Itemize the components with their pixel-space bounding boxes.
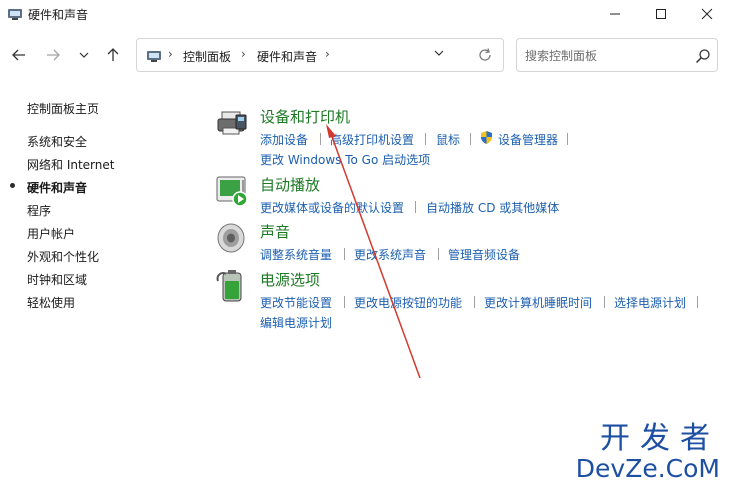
autoplay-icon: [216, 176, 248, 207]
chevron-right-icon: ›: [168, 47, 173, 61]
control-panel-icon: [147, 51, 161, 62]
battery-icon: [216, 270, 242, 302]
link-media-defaults[interactable]: 更改媒体或设备的默认设置: [260, 199, 404, 216]
watermark-domain: DevZe.CoM: [575, 454, 720, 483]
search-input[interactable]: [525, 47, 685, 65]
maximize-icon: [656, 9, 666, 19]
address-bar[interactable]: › 控制面板 › 硬件和声音 ›: [136, 38, 504, 72]
link-mouse[interactable]: 鼠标: [436, 131, 460, 148]
window-title: 硬件和声音: [28, 8, 89, 22]
link-divider: [697, 296, 698, 308]
arrow-right-icon: [47, 49, 60, 61]
watermark-title: 开发者: [600, 421, 720, 456]
sidebar-item-hardware-sound[interactable]: 硬件和声音: [27, 179, 87, 196]
category-title[interactable]: 设备和打印机: [260, 106, 350, 127]
link-divider: [438, 248, 439, 260]
printer-icon: [217, 111, 247, 135]
link-edit-plan[interactable]: 编辑电源计划: [260, 314, 332, 331]
sidebar-item-user-accounts[interactable]: 用户帐户: [27, 225, 75, 242]
link-windows-to-go[interactable]: 更改 Windows To Go 启动选项: [260, 151, 430, 168]
link-change-sounds[interactable]: 更改系统声音: [354, 246, 426, 263]
recent-locations-button[interactable]: [73, 44, 95, 66]
breadcrumb-hardware-sound[interactable]: 硬件和声音: [257, 48, 317, 65]
control-panel-icon: [8, 9, 22, 20]
sidebar-item-home[interactable]: 控制面板主页: [27, 100, 99, 117]
address-history-dropdown[interactable]: [434, 48, 444, 61]
sidebar-item-programs[interactable]: 程序: [27, 202, 51, 219]
sidebar-item-appearance[interactable]: 外观和个性化: [27, 248, 99, 265]
link-add-device[interactable]: 添加设备: [260, 131, 308, 148]
back-button[interactable]: [8, 44, 30, 66]
link-power-saving[interactable]: 更改节能设置: [260, 294, 332, 311]
close-icon: [701, 8, 713, 20]
chevron-right-icon: ›: [325, 47, 330, 61]
link-power-button[interactable]: 更改电源按钮的功能: [354, 294, 462, 311]
maximize-button[interactable]: [638, 0, 684, 28]
shield-icon: [481, 131, 492, 144]
link-adjust-volume[interactable]: 调整系统音量: [260, 246, 332, 263]
forward-button[interactable]: [42, 44, 64, 66]
category-title[interactable]: 自动播放: [260, 174, 320, 195]
link-divider: [415, 201, 416, 213]
sidebar-item-clock-region[interactable]: 时钟和区域: [27, 271, 87, 288]
link-divider: [604, 296, 605, 308]
category-title[interactable]: 声音: [260, 221, 290, 242]
chevron-down-icon: [79, 52, 89, 58]
category-title[interactable]: 电源选项: [260, 269, 320, 290]
link-divider: [567, 133, 568, 145]
chevron-down-icon: [434, 50, 444, 56]
link-advanced-printer[interactable]: 高级打印机设置: [330, 131, 414, 148]
link-choose-plan[interactable]: 选择电源计划: [614, 294, 686, 311]
link-sleep-time[interactable]: 更改计算机睡眠时间: [484, 294, 592, 311]
speaker-icon: [217, 223, 245, 253]
link-autoplay-cd[interactable]: 自动播放 CD 或其他媒体: [426, 199, 559, 216]
sidebar-item-network[interactable]: 网络和 Internet: [27, 156, 114, 173]
minimize-button[interactable]: [592, 0, 638, 28]
search-box[interactable]: [516, 38, 718, 72]
breadcrumb-control-panel[interactable]: 控制面板: [183, 48, 231, 65]
link-device-manager[interactable]: 设备管理器: [498, 131, 558, 148]
arrow-left-icon: [12, 49, 25, 61]
sidebar-item-ease-of-access[interactable]: 轻松使用: [27, 294, 75, 311]
arrow-up-icon: [107, 48, 119, 61]
minimize-icon: [610, 13, 620, 15]
title-bar: 硬件和声音: [0, 0, 730, 28]
sidebar-item-system-security[interactable]: 系统和安全: [27, 133, 87, 150]
close-button[interactable]: [684, 0, 730, 28]
link-divider: [425, 133, 426, 145]
link-divider: [320, 133, 321, 145]
watermark: 开发者 DevZe.CoM: [576, 424, 720, 484]
link-divider: [344, 296, 345, 308]
up-button[interactable]: [102, 44, 124, 66]
chevron-right-icon: ›: [241, 47, 246, 61]
link-divider: [344, 248, 345, 260]
link-divider: [474, 296, 475, 308]
search-icon[interactable]: [695, 48, 711, 64]
refresh-icon[interactable]: [477, 47, 493, 63]
link-divider: [470, 133, 471, 145]
navigation-bar: › 控制面板 › 硬件和声音 ›: [0, 36, 730, 76]
link-manage-audio[interactable]: 管理音频设备: [448, 246, 520, 263]
active-indicator: [10, 183, 15, 188]
